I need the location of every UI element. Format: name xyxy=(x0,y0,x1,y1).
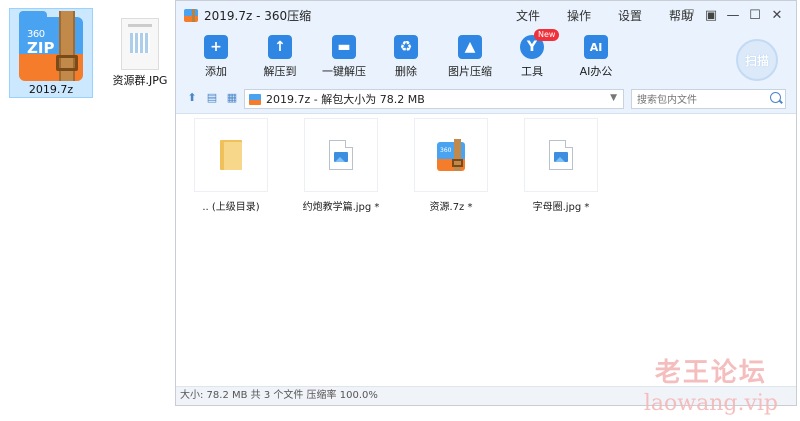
extract-to-button[interactable]: ↑ 解压到 xyxy=(248,35,312,79)
file-item[interactable]: 字母圈.jpg * xyxy=(506,118,616,213)
file-item[interactable]: 360 资源.7z * xyxy=(396,118,506,213)
image-compress-icon: ▲ xyxy=(458,35,482,59)
path-field[interactable]: 2019.7z - 解包大小为 78.2 MB ▼ xyxy=(244,89,624,109)
close-icon[interactable]: ✕ xyxy=(766,8,788,23)
feedback-icon[interactable]: ▣ xyxy=(700,8,722,23)
extract-to-icon: ↑ xyxy=(268,35,292,59)
image-file-icon xyxy=(329,140,353,170)
search-icon[interactable] xyxy=(770,92,781,103)
up-arrow-icon[interactable]: ⬆ xyxy=(186,92,198,104)
search-box xyxy=(631,89,786,109)
one-click-extract-button[interactable]: ▬ 一键解压 xyxy=(312,35,376,79)
file-list: .. (上级目录) 约炮教学篇.jpg * 360 资源.7z * 字母圈.jp… xyxy=(176,114,796,387)
image-thumbnail-icon xyxy=(121,18,159,70)
one-click-extract-icon: ▬ xyxy=(332,35,356,59)
app-icon xyxy=(184,8,198,22)
minimize-icon[interactable]: — xyxy=(722,8,744,23)
add-button[interactable]: + 添加 xyxy=(184,35,248,79)
new-badge: New xyxy=(534,29,560,41)
ai-office-icon: AI xyxy=(584,35,608,59)
title-bar: 2019.7z - 360压缩 文件 操作 设置 帮助 ⛉ ▣ — ☐ ✕ xyxy=(176,1,796,29)
window-title: 2019.7z - 360压缩 xyxy=(204,8,312,23)
skin-icon[interactable]: ⛉ xyxy=(678,8,700,23)
image-file-icon xyxy=(549,140,573,170)
ai-office-button[interactable]: AI AI办公 xyxy=(564,35,628,79)
delete-icon: ♻ xyxy=(394,35,418,59)
archive-window: 2019.7z - 360压缩 文件 操作 设置 帮助 ⛉ ▣ — ☐ ✕ + … xyxy=(175,0,797,406)
menu-file[interactable]: 文件 xyxy=(516,7,540,24)
image-compress-button[interactable]: ▲ 图片压缩 xyxy=(438,35,502,79)
view-grid-icon[interactable]: ▦ xyxy=(226,92,238,104)
tools-icon: Y New xyxy=(520,29,560,59)
watermark: 老王论坛 laowang.vip xyxy=(643,358,778,416)
file-item[interactable]: 约炮教学篇.jpg * xyxy=(286,118,396,213)
file-item-parent-dir[interactable]: .. (上级目录) xyxy=(176,118,286,213)
view-details-icon[interactable]: ▤ xyxy=(206,92,218,104)
search-input[interactable] xyxy=(635,91,759,109)
delete-button[interactable]: ♻ 删除 xyxy=(374,35,438,79)
zip-archive-icon: 360 ZIP xyxy=(19,11,83,81)
folder-icon xyxy=(220,140,242,170)
dropdown-arrow-icon[interactable]: ▼ xyxy=(610,93,617,103)
tools-button[interactable]: Y New 工具 xyxy=(500,29,564,79)
menu-settings[interactable]: 设置 xyxy=(618,7,642,24)
window-controls: ⛉ ▣ — ☐ ✕ xyxy=(678,1,788,29)
zip-archive-icon: 360 xyxy=(437,139,465,171)
scan-button[interactable]: 扫描 xyxy=(736,39,778,81)
desktop-icon-label: 资源群.JPG xyxy=(112,74,168,87)
desktop-icon-2019-7z[interactable]: 360 ZIP 2019.7z xyxy=(9,8,93,98)
add-icon: + xyxy=(204,35,228,59)
address-bar: ⬆ ▤ ▦ 2019.7z - 解包大小为 78.2 MB ▼ xyxy=(176,85,796,114)
menu-operate[interactable]: 操作 xyxy=(567,7,591,24)
desktop-icon-label: 2019.7z xyxy=(28,83,74,96)
desktop-icon-jpg[interactable]: 资源群.JPG xyxy=(98,8,182,98)
maximize-icon[interactable]: ☐ xyxy=(744,8,766,23)
archive-icon xyxy=(249,93,261,105)
toolbar: + 添加 ↑ 解压到 ▬ 一键解压 ♻ 删除 ▲ 图片压缩 Y New 工具 A… xyxy=(176,29,796,85)
